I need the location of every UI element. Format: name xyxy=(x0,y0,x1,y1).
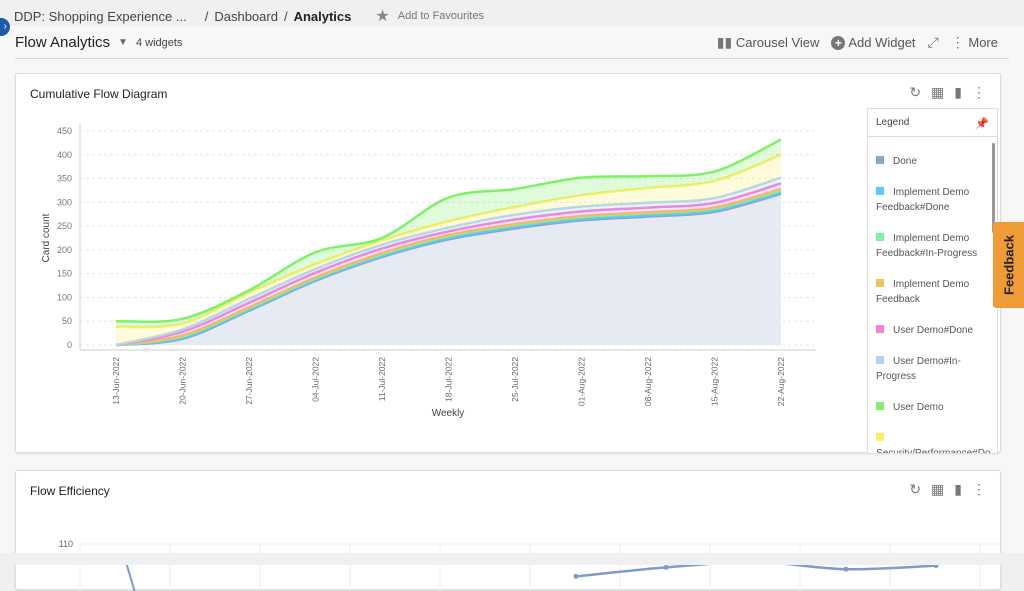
legend-swatch xyxy=(876,356,884,364)
legend-label: Implement Demo Feedback xyxy=(876,279,970,305)
y-tick-label: 110 xyxy=(59,539,73,549)
carousel-icon: ▮▮ xyxy=(716,34,733,50)
more-label: More xyxy=(968,35,998,50)
header-divider xyxy=(15,58,1009,59)
legend-item[interactable]: Implement Demo Feedback xyxy=(876,277,983,307)
caret-down-icon[interactable]: ▼ xyxy=(118,37,128,48)
legend-item[interactable]: Done xyxy=(876,154,983,169)
y-tick-label: 300 xyxy=(57,197,72,207)
feedback-tab[interactable]: Feedback xyxy=(993,222,1024,308)
legend-label: User Demo#Done xyxy=(893,325,974,336)
legend-swatch xyxy=(876,156,884,164)
pin-icon[interactable]: 📌 xyxy=(975,117,989,130)
carousel-icon[interactable]: ▮ xyxy=(954,84,962,101)
x-tick-label: 13-Jun-2022 xyxy=(111,357,121,405)
legend-label: Security/Performance#Done xyxy=(876,448,991,453)
legend-scrollbar[interactable] xyxy=(992,143,995,233)
legend-swatch xyxy=(876,433,884,441)
flow-efficiency-widget: Flow Efficiency ↻ ▦ ▮ ⋮ 100110 xyxy=(15,470,1001,591)
legend-label: Implement Demo Feedback#Done xyxy=(876,187,970,213)
widget-title: Flow Efficiency xyxy=(30,484,110,498)
x-tick-label: 04-Jul-2022 xyxy=(311,357,321,402)
legend-title: Legend xyxy=(876,117,910,128)
data-point xyxy=(663,564,669,570)
add-widget-label: Add Widget xyxy=(848,35,916,50)
dashboard-main: Flow Analytics ▼ 4 widgets ▮▮ Carousel V… xyxy=(0,26,1024,591)
legend-item[interactable]: Implement Demo Feedback#In-Progress xyxy=(876,231,983,261)
y-tick-label: 50 xyxy=(62,316,72,326)
more-button[interactable]: ⋮ More xyxy=(951,34,998,51)
add-widget-button[interactable]: + Add Widget xyxy=(831,35,916,50)
data-point xyxy=(573,573,579,579)
legend-item[interactable]: Implement Demo Feedback#Done xyxy=(876,185,983,215)
carousel-view-button[interactable]: ▮▮ Carousel View xyxy=(717,34,820,51)
x-tick-label: 20-Jun-2022 xyxy=(178,357,188,405)
legend-item[interactable]: Security/Performance#Done xyxy=(876,431,991,453)
plus-circle-icon: + xyxy=(831,36,846,50)
legend-swatch xyxy=(876,187,884,195)
y-tick-label: 200 xyxy=(57,245,72,255)
breadcrumb-separator: / xyxy=(204,8,209,24)
breadcrumb-separator: / xyxy=(283,8,288,24)
refresh-icon[interactable]: ↻ xyxy=(909,481,921,498)
carousel-label: Carousel View xyxy=(735,35,820,50)
feedback-label: Feedback xyxy=(1001,235,1016,295)
flow-efficiency-chart: 100110 xyxy=(58,539,998,591)
x-tick-label: 01-Aug-2022 xyxy=(577,357,587,406)
bottom-strip xyxy=(0,553,1024,565)
widget-title: Cumulative Flow Diagram xyxy=(30,87,168,101)
legend-label: Implement Demo Feedback#In-Progress xyxy=(876,233,978,259)
data-point xyxy=(843,566,849,572)
x-tick-label: 25-Jul-2022 xyxy=(510,357,520,402)
x-tick-label: 22-Aug-2022 xyxy=(776,357,786,406)
y-tick-label: 100 xyxy=(57,292,72,302)
dashboard-title[interactable]: Flow Analytics xyxy=(15,34,110,51)
legend-swatch xyxy=(876,279,884,287)
x-tick-label: 08-Aug-2022 xyxy=(643,357,653,406)
add-to-favourites-button[interactable]: ★ Add to Favourites xyxy=(375,6,484,26)
refresh-icon[interactable]: ↻ xyxy=(909,84,921,101)
y-tick-label: 450 xyxy=(57,126,72,136)
table-icon[interactable]: ▦ xyxy=(931,481,944,498)
kebab-icon[interactable]: ⋮ xyxy=(972,84,986,101)
legend-swatch xyxy=(876,325,884,333)
legend-item[interactable]: User Demo#In-Progress xyxy=(876,354,983,384)
legend-label: Done xyxy=(893,156,917,167)
x-tick-label: 11-Jul-2022 xyxy=(377,357,387,402)
y-tick-label: 400 xyxy=(57,150,72,160)
y-tick-label: 350 xyxy=(57,174,72,184)
x-tick-label: 18-Jul-2022 xyxy=(444,357,454,402)
legend-swatch xyxy=(876,402,884,410)
kebab-icon[interactable]: ⋮ xyxy=(972,481,986,498)
legend-panel: Legend 📌 Done Implement Demo Feedback#Done… xyxy=(867,108,998,454)
cumulative-flow-chart: 0 50 100 150 200 250 300 350 400 450 13-Jun-2022 20… xyxy=(41,124,816,419)
y-axis-label: Card count xyxy=(41,213,52,262)
legend-label: User Demo xyxy=(893,402,944,413)
y-tick-label: 0 xyxy=(67,340,72,350)
line-segment xyxy=(125,561,136,591)
legend-label: User Demo#In-Progress xyxy=(876,356,961,382)
favourite-label: Add to Favourites xyxy=(397,10,484,22)
legend-item[interactable]: User Demo#Done xyxy=(876,323,983,338)
y-tick-label: 250 xyxy=(57,221,72,231)
x-tick-label: 27-Jun-2022 xyxy=(244,357,254,405)
breadcrumb-project[interactable]: DDP: Shopping Experience ... xyxy=(14,9,187,24)
x-tick-label: 15-Aug-2022 xyxy=(710,357,720,406)
kebab-icon: ⋮ xyxy=(950,34,965,50)
y-tick-label: 150 xyxy=(57,269,72,279)
table-icon[interactable]: ▦ xyxy=(931,84,944,101)
fullscreen-icon[interactable]: ⤢ xyxy=(928,34,939,51)
breadcrumb: DDP: Shopping Experience ... / Dashboard… xyxy=(14,6,484,26)
cumulative-flow-widget: Cumulative Flow Diagram ↻ ▦ ▮ ⋮ 0 50 100 15… xyxy=(15,73,1001,454)
x-axis-label: Weekly xyxy=(432,408,465,419)
breadcrumb-dashboard[interactable]: Dashboard xyxy=(214,9,278,24)
legend-swatch xyxy=(876,233,884,241)
widget-count: 4 widgets xyxy=(135,36,183,49)
breadcrumb-current: Analytics xyxy=(293,8,352,24)
star-icon: ★ xyxy=(375,8,390,25)
carousel-icon[interactable]: ▮ xyxy=(954,481,962,498)
legend-item[interactable]: User Demo xyxy=(876,400,983,415)
